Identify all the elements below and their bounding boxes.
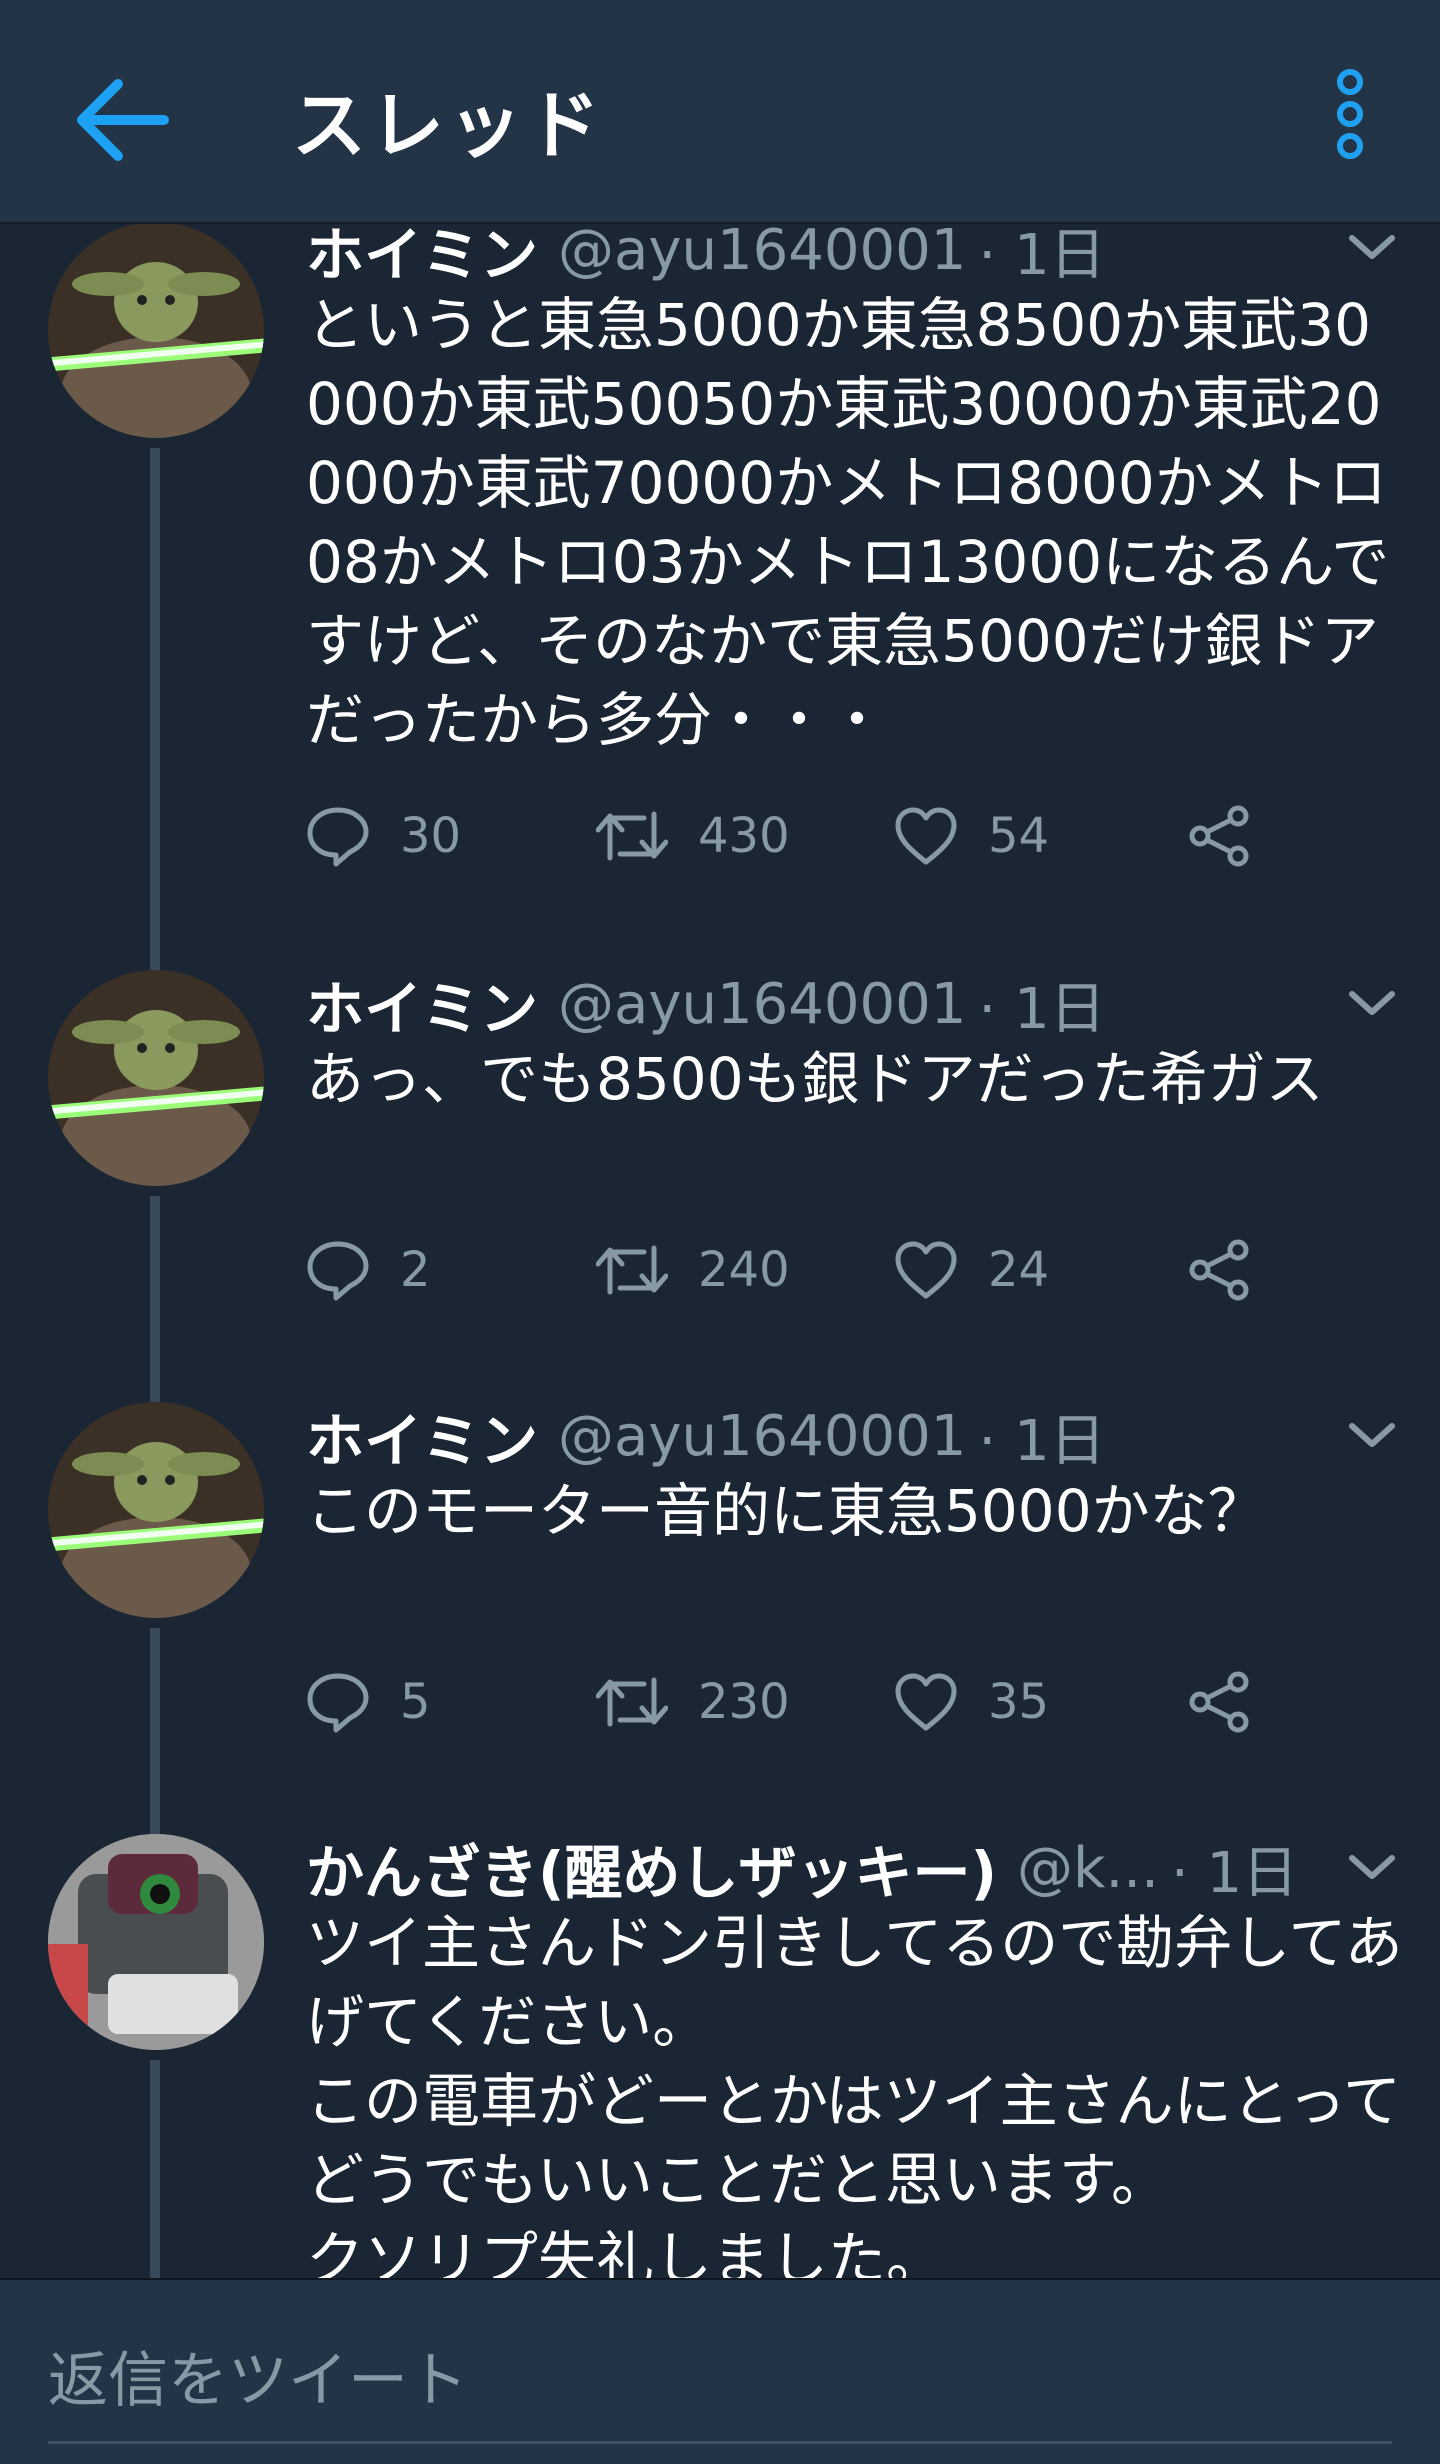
avatar[interactable] xyxy=(48,1402,264,1618)
reply-count: 5 xyxy=(400,1674,431,1730)
retweet-icon xyxy=(596,1670,668,1734)
share-icon xyxy=(1188,1670,1252,1734)
like-count: 54 xyxy=(988,808,1050,864)
avatar[interactable] xyxy=(48,224,264,438)
tweet-header: かんざき(醒めしザッキー) @k... · 1日 xyxy=(306,1828,1320,1908)
chevron-down-icon[interactable] xyxy=(1346,984,1398,1024)
heart-icon xyxy=(894,804,958,868)
reply-input[interactable]: 返信をツイート xyxy=(48,2332,468,2419)
author-handle[interactable]: @k... xyxy=(1017,1836,1159,1901)
reply-icon xyxy=(306,1670,370,1734)
tweet-time: · 1日 xyxy=(978,224,1106,288)
tweet-header: ホイミン @ayu1640001 · 1日 xyxy=(306,224,1320,290)
author-handle[interactable]: @ayu1640001 xyxy=(558,1404,966,1469)
heart-icon xyxy=(894,1670,958,1734)
retweet-button[interactable]: 230 xyxy=(596,1662,790,1742)
avatar[interactable] xyxy=(48,970,264,1186)
author-name[interactable]: ホイミン xyxy=(306,964,538,1044)
reply-icon xyxy=(306,804,370,868)
tweet[interactable]: かんざき(醒めしザッキー) @k... · 1日 ツイ主さんドン引きしてるので勘… xyxy=(0,1834,1440,2279)
tweet-time: · 1日 xyxy=(1170,1840,1299,1906)
tweet-text: あっ、でも8500も銀ドアだった希ガス xyxy=(306,1045,1324,1113)
tweet-text: というと東急5000か東急8500か東武30000か東武50050か東武3000… xyxy=(306,291,1390,754)
thread-connector xyxy=(150,2060,160,2279)
retweet-count: 230 xyxy=(698,1674,790,1730)
thread-connector xyxy=(150,1196,160,1402)
back-arrow-icon[interactable] xyxy=(72,78,172,162)
tweet[interactable]: ホイミン @ayu1640001 · 1日 というと東急5000か東急8500か… xyxy=(0,224,1440,978)
avatar[interactable] xyxy=(48,1834,264,2050)
retweet-icon xyxy=(596,804,668,868)
share-button[interactable] xyxy=(1188,1662,1252,1742)
share-button[interactable] xyxy=(1188,1230,1252,1310)
tweet-header: ホイミン @ayu1640001 · 1日 xyxy=(306,964,1320,1044)
author-name[interactable]: かんざき(醒めしザッキー) xyxy=(306,1828,997,1908)
retweet-icon xyxy=(596,1238,668,1302)
tweet-text: ツイ主さんドン引きしてるので勘弁してあげてください。 この電車がどーとかはツイ主… xyxy=(306,1909,1403,2279)
reply-button[interactable]: 2 xyxy=(306,1230,431,1310)
retweet-button[interactable]: 240 xyxy=(596,1230,790,1310)
chevron-down-icon[interactable] xyxy=(1346,1848,1398,1888)
thread-connector xyxy=(150,1628,160,1834)
chevron-down-icon[interactable] xyxy=(1346,228,1398,268)
retweet-button[interactable]: 430 xyxy=(596,796,790,876)
retweet-count: 430 xyxy=(698,808,790,864)
tweet-actions: 5 230 35 xyxy=(306,1662,1286,1742)
reply-button[interactable]: 30 xyxy=(306,796,461,876)
chevron-down-icon[interactable] xyxy=(1346,1416,1398,1456)
reply-button[interactable]: 5 xyxy=(306,1662,431,1742)
tweet-header: ホイミン @ayu1640001 · 1日 xyxy=(306,1396,1320,1476)
tweet[interactable]: ホイミン @ayu1640001 · 1日 あっ、でも8500も銀ドアだった希ガ… xyxy=(0,970,1440,1402)
thread-connector xyxy=(150,448,160,978)
tweet[interactable]: ホイミン @ayu1640001 · 1日 このモーター音的に東急5000かな？… xyxy=(0,1402,1440,1834)
author-handle[interactable]: @ayu1640001 xyxy=(558,972,966,1037)
author-name[interactable]: ホイミン xyxy=(306,224,538,290)
reply-input-underline xyxy=(48,2441,1392,2444)
author-name[interactable]: ホイミン xyxy=(306,1396,538,1476)
thread-feed: ホイミン @ayu1640001 · 1日 というと東急5000か東急8500か… xyxy=(0,224,1440,2279)
thread-screen: スレッド ホイミン @ayu1640001 · 1日 というと東急5000か東急… xyxy=(0,0,1440,2464)
like-button[interactable]: 54 xyxy=(894,796,1049,876)
tweet-actions: 2 240 24 xyxy=(306,1230,1286,1310)
like-count: 35 xyxy=(988,1674,1050,1730)
share-icon xyxy=(1188,804,1252,868)
like-count: 24 xyxy=(988,1242,1050,1298)
like-button[interactable]: 35 xyxy=(894,1662,1049,1742)
reply-bar: 返信をツイート xyxy=(0,2278,1440,2464)
share-icon xyxy=(1188,1238,1252,1302)
tweet-text: このモーター音的に東急5000かな？ xyxy=(306,1477,1266,1545)
share-button[interactable] xyxy=(1188,796,1252,876)
more-options-icon[interactable] xyxy=(1318,64,1382,164)
author-handle[interactable]: @ayu1640001 xyxy=(558,224,966,283)
reply-count: 2 xyxy=(400,1242,431,1298)
page-title: スレッド xyxy=(292,83,604,169)
reply-icon xyxy=(306,1238,370,1302)
heart-icon xyxy=(894,1238,958,1302)
tweet-time: · 1日 xyxy=(978,976,1106,1042)
tweet-actions: 30 430 54 xyxy=(306,796,1286,876)
like-button[interactable]: 24 xyxy=(894,1230,1049,1310)
reply-count: 30 xyxy=(400,808,462,864)
tweet-time: · 1日 xyxy=(978,1408,1106,1474)
retweet-count: 240 xyxy=(698,1242,790,1298)
top-app-bar: スレッド xyxy=(0,0,1440,224)
